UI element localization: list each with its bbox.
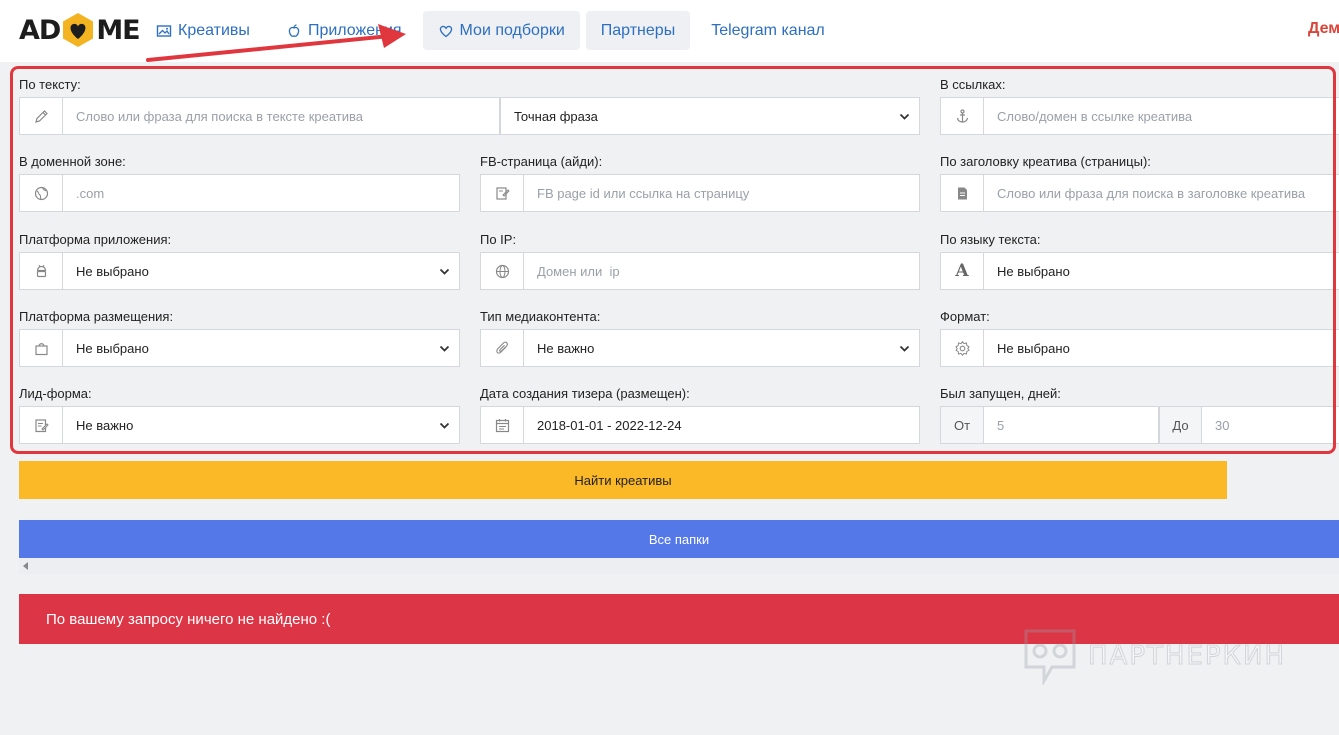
gear-icon <box>941 330 984 366</box>
label-by-text: По тексту: <box>19 77 81 92</box>
media-type-select[interactable]: Не важно <box>480 329 920 367</box>
label-media-type: Тип медиаконтента: <box>480 309 601 324</box>
form-edit-icon <box>20 407 63 443</box>
nav-telegram-label: Telegram канал <box>711 21 825 39</box>
days-from-field: От <box>940 406 1186 444</box>
partnerkin-watermark: ПАРТНЕРКИН <box>1022 626 1292 686</box>
heart-icon <box>438 23 454 39</box>
chevron-down-icon <box>429 253 459 289</box>
format-value: Не выбрано <box>997 340 1070 356</box>
nav-partners-label: Партнеры <box>600 21 676 39</box>
watermark-text: ПАРТНЕРКИН <box>1087 641 1287 672</box>
chevron-down-icon <box>889 330 919 366</box>
nav-telegram[interactable]: Telegram канал <box>696 11 840 50</box>
days-to-input[interactable] <box>1202 407 1339 443</box>
horizontal-scrollbar[interactable] <box>19 558 1339 574</box>
shopping-bag-icon <box>20 330 63 366</box>
label-lead-form: Лид-форма: <box>19 386 92 401</box>
label-in-links: В ссылках: <box>940 77 1006 92</box>
logo-hex-heart-icon <box>61 12 95 48</box>
globe-icon <box>481 253 524 289</box>
label-by-title: По заголовку креатива (страницы): <box>940 154 1151 169</box>
font-icon: A <box>941 253 984 289</box>
placement-select[interactable]: Не выбрано <box>19 329 460 367</box>
nav-my-collections-label: Мои подборки <box>459 21 565 39</box>
label-format: Формат: <box>940 309 990 324</box>
app-platform-select[interactable]: Не выбрано <box>19 252 460 290</box>
watermark-logo-icon <box>1024 629 1076 685</box>
nav-partners[interactable]: Партнеры <box>585 11 691 50</box>
calendar-icon <box>481 407 524 443</box>
text-mode-select[interactable]: Точная фраза <box>500 97 920 135</box>
chevron-down-icon <box>429 407 459 443</box>
document-icon <box>941 175 984 211</box>
app-platform-value: Не выбрано <box>76 263 149 279</box>
globe-icon <box>20 175 63 211</box>
chevron-down-icon <box>429 330 459 366</box>
logo[interactable]: AD ME <box>19 12 141 48</box>
lead-form-select[interactable]: Не важно <box>19 406 460 444</box>
android-icon <box>20 253 63 289</box>
fb-page-field <box>480 174 920 212</box>
created-date-value: 2018-01-01 - 2022-12-24 <box>537 417 682 433</box>
scroll-left-icon[interactable] <box>23 562 28 570</box>
nav-my-collections[interactable]: Мои подборки <box>422 11 580 50</box>
lead-form-value: Не важно <box>76 417 134 433</box>
label-fb-page: FB-страница (айди): <box>480 154 603 169</box>
paperclip-icon <box>481 330 524 366</box>
days-to-label: До <box>1159 407 1202 443</box>
language-value: Не выбрано <box>997 263 1070 279</box>
logo-text-left: AD <box>19 14 61 46</box>
links-field <box>940 97 1339 135</box>
logo-text-right: ME <box>96 14 140 46</box>
ip-field <box>480 252 920 290</box>
language-select[interactable]: A Не выбрано <box>940 252 1339 290</box>
annotation-arrow <box>146 24 406 62</box>
title-input[interactable] <box>984 175 1339 211</box>
days-from-input[interactable] <box>984 407 1186 443</box>
days-from-label: От <box>941 407 984 443</box>
find-creatives-button[interactable]: Найти креативы <box>19 461 1227 499</box>
days-to-field: До <box>1159 406 1339 444</box>
label-placement-platform: Платформа размещения: <box>19 309 174 324</box>
anchor-icon <box>941 98 984 134</box>
domain-zone-field <box>19 174 460 212</box>
label-days-launched: Был запущен, дней: <box>940 386 1061 401</box>
label-domain-zone: В доменной зоне: <box>19 154 126 169</box>
fb-page-input[interactable] <box>524 175 919 211</box>
format-select[interactable]: Не выбрано <box>940 329 1339 367</box>
user-link[interactable]: Дем <box>1308 20 1339 38</box>
label-app-platform: Платформа приложения: <box>19 232 172 247</box>
text-search-input[interactable] <box>63 98 499 134</box>
text-mode-value: Точная фраза <box>514 108 598 124</box>
ip-input[interactable] <box>524 253 919 289</box>
label-by-language: По языку текста: <box>940 232 1041 247</box>
created-date-field[interactable]: 2018-01-01 - 2022-12-24 <box>480 406 920 444</box>
pencil-icon <box>20 98 63 134</box>
label-by-ip: По IP: <box>480 232 517 247</box>
all-folders-button[interactable]: Все папки <box>19 520 1339 558</box>
title-field <box>940 174 1339 212</box>
text-search-field <box>19 97 500 135</box>
label-created-date: Дата создания тизера (размещен): <box>480 386 690 401</box>
media-type-value: Не важно <box>537 340 595 356</box>
no-results-text: По вашему запросу ничего не найдено :( <box>46 610 331 628</box>
chevron-down-icon <box>889 98 919 134</box>
domain-zone-input[interactable] <box>63 175 459 211</box>
placement-value: Не выбрано <box>76 340 149 356</box>
links-input[interactable] <box>984 98 1339 134</box>
page-edit-icon <box>481 175 524 211</box>
